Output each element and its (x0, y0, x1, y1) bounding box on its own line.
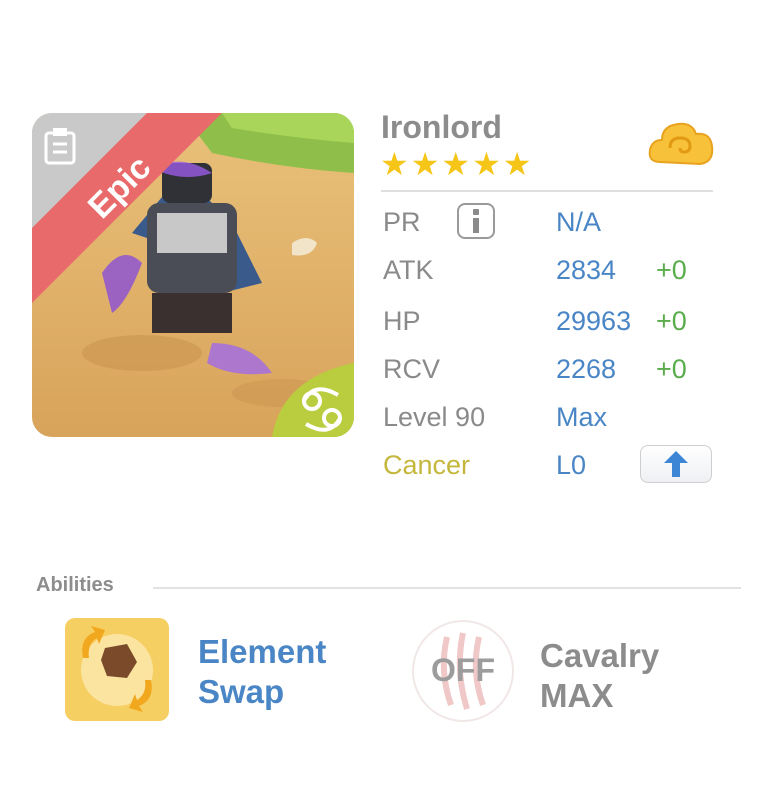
atk-value: 2834 (556, 255, 617, 285)
element-swap-icon[interactable] (65, 618, 169, 721)
rcv-bonus: +0 (656, 354, 687, 384)
cloud-element-icon (648, 118, 714, 179)
pr-value: N/A (556, 207, 602, 237)
ability-off-badge: OFF (431, 652, 495, 688)
info-button[interactable] (457, 203, 495, 239)
ability-element-swap[interactable]: Element Swap (198, 632, 326, 712)
ability-name-line1: Cavalry (540, 637, 660, 674)
abilities-heading: Abilities (36, 574, 114, 596)
hero-portrait[interactable] (32, 113, 354, 437)
upgrade-button[interactable] (640, 445, 712, 483)
sign-level-value: L0 (556, 450, 587, 480)
pr-label: PR (383, 207, 421, 237)
atk-label: ATK (383, 255, 434, 285)
claw-marks-icon[interactable]: OFF (411, 619, 515, 723)
ability-cavalry-max[interactable]: Cavalry MAX (540, 636, 659, 716)
hero-name: Ironlord (381, 109, 502, 145)
hp-value: 29963 (556, 306, 632, 336)
star-icon: ★ (410, 146, 440, 182)
star-icon: ★ (472, 146, 501, 182)
ability-name-line1: Element (198, 633, 327, 670)
info-icon (473, 209, 479, 233)
ability-name-line2: MAX (540, 677, 614, 714)
atk-bonus: +0 (656, 255, 687, 285)
abilities-divider (153, 587, 741, 589)
star-rating: ★ ★ ★ ★ ★ (380, 147, 531, 181)
star-icon: ★ (380, 146, 409, 182)
hp-bonus: +0 (656, 306, 687, 336)
level-label: Level 90 (383, 402, 486, 432)
up-arrow-icon (664, 451, 688, 477)
level-value: Max (556, 402, 608, 432)
hp-label: HP (383, 306, 421, 336)
header-divider (381, 190, 713, 192)
star-icon: ★ (441, 146, 471, 182)
ability-name-line2: Swap (198, 673, 285, 710)
rcv-label: RCV (383, 354, 441, 384)
rcv-value: 2268 (556, 354, 617, 384)
star-icon: ★ (502, 146, 532, 182)
sign-label: Cancer (383, 450, 471, 480)
